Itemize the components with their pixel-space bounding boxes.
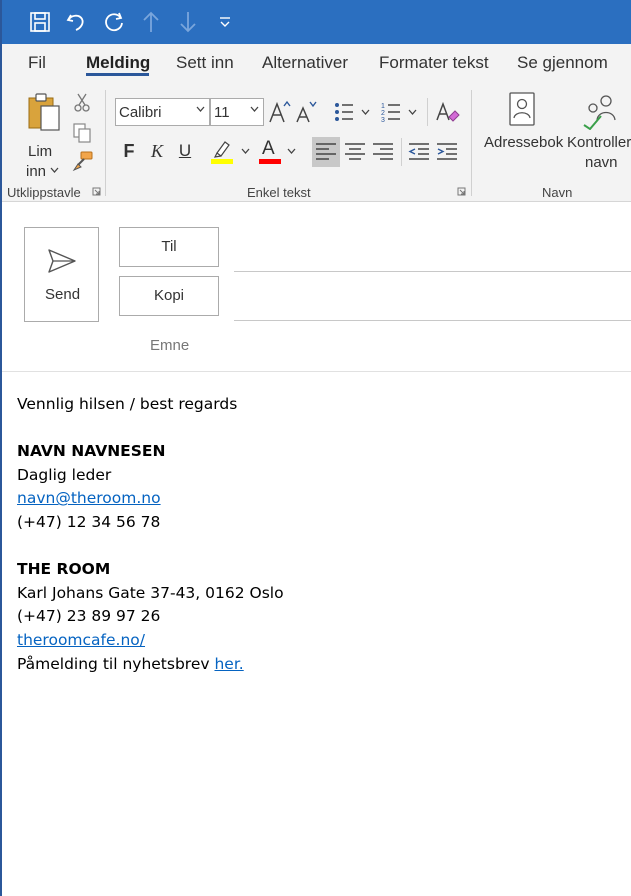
- address-book-icon: [509, 92, 535, 126]
- send-icon: [48, 249, 76, 273]
- format-painter-icon[interactable]: [72, 150, 94, 172]
- highlight-button[interactable]: [208, 138, 252, 166]
- signature-name: NAVN NAVNESEN: [17, 442, 166, 461]
- subject-label: Emne: [150, 337, 190, 354]
- chevron-down-icon: [250, 106, 259, 112]
- newsletter-link[interactable]: her.: [214, 655, 243, 673]
- svg-text:2: 2: [381, 110, 385, 117]
- check-names-label-2: navn: [585, 154, 618, 171]
- bold-button[interactable]: F: [117, 139, 141, 163]
- align-right-icon[interactable]: [371, 140, 395, 164]
- customize-icon[interactable]: [210, 7, 240, 37]
- font-name-value: Calibri: [119, 104, 162, 121]
- address-book-label: Adressebok: [484, 134, 564, 151]
- copy-icon[interactable]: [72, 122, 92, 143]
- cc-button[interactable]: Kopi: [119, 276, 219, 316]
- tab-se-gjennom[interactable]: Se gjennom: [517, 53, 608, 73]
- ribbon-tabs: Fil Melding Sett inn Alternativer Format…: [2, 44, 631, 84]
- chevron-down-icon: [50, 167, 59, 173]
- separator: [427, 98, 428, 126]
- font-color-button[interactable]: A: [256, 138, 300, 166]
- check-names-label: Kontroller: [567, 134, 631, 151]
- company-website-link[interactable]: theroomcafe.no/: [17, 631, 145, 649]
- newsletter-line: Påmelding til nyhetsbrev her.: [17, 653, 284, 677]
- paste-icon: [28, 93, 60, 131]
- outlook-compose-window: Fil Melding Sett inn Alternativer Format…: [0, 0, 631, 896]
- subject-field[interactable]: [234, 330, 631, 360]
- header-divider: [2, 371, 631, 372]
- align-center-icon[interactable]: [343, 140, 367, 164]
- paste-button[interactable]: Lim inn: [24, 92, 64, 180]
- check-names-icon: [583, 95, 616, 130]
- undo-icon[interactable]: [62, 7, 92, 37]
- font-color-icon: [259, 148, 296, 164]
- save-icon[interactable]: [25, 7, 55, 37]
- company-name: THE ROOM: [17, 560, 111, 579]
- font-size-select[interactable]: 11: [210, 98, 264, 126]
- svg-text:1: 1: [381, 103, 385, 110]
- company-phone: (+47) 23 89 97 26: [17, 607, 161, 626]
- tab-sett-inn[interactable]: Sett inn: [176, 53, 234, 73]
- check-names-button[interactable]: Kontroller navn: [567, 90, 631, 180]
- dialog-launcher-icon[interactable]: [457, 187, 466, 196]
- to-button[interactable]: Til: [119, 227, 219, 267]
- down-arrow-icon[interactable]: [173, 7, 203, 37]
- greeting-line: Vennlig hilsen / best regards: [17, 395, 238, 413]
- clear-formatting-icon[interactable]: [435, 98, 461, 126]
- bullet-list-icon: [335, 103, 370, 121]
- font-name-select[interactable]: Calibri: [115, 98, 210, 126]
- tab-formater-tekst[interactable]: Formater tekst: [379, 53, 489, 73]
- shrink-font-icon[interactable]: [295, 98, 319, 126]
- separator: [401, 138, 402, 166]
- active-tab-indicator: [86, 73, 149, 76]
- signature-email-link[interactable]: navn@theroom.no: [17, 489, 161, 507]
- tab-melding[interactable]: Melding: [86, 53, 150, 73]
- numbering-button[interactable]: 123: [380, 100, 420, 124]
- increase-indent-icon[interactable]: [435, 140, 459, 164]
- bullets-button[interactable]: [333, 100, 373, 124]
- send-label: Send: [45, 286, 81, 303]
- svg-text:3: 3: [381, 117, 385, 124]
- message-body[interactable]: Vennlig hilsen / best regards NAVN NAVNE…: [17, 393, 284, 676]
- tab-alternativer[interactable]: Alternativer: [262, 53, 348, 73]
- up-arrow-icon[interactable]: [136, 7, 166, 37]
- company-address: Karl Johans Gate 37-43, 0162 Oslo: [17, 583, 284, 602]
- align-left-icon[interactable]: [314, 140, 338, 164]
- newsletter-text: Påmelding til nyhetsbrev: [17, 654, 215, 673]
- highlighter-icon: [211, 141, 250, 164]
- tab-fil[interactable]: Fil: [28, 53, 46, 73]
- send-button[interactable]: Send: [24, 227, 99, 322]
- dialog-launcher-icon[interactable]: [92, 187, 101, 196]
- decrease-indent-icon[interactable]: [407, 140, 431, 164]
- clipboard-group-label: Utklippstavle: [7, 185, 81, 200]
- font-size-value: 11: [214, 104, 230, 121]
- group-separator: [105, 90, 106, 196]
- numbered-list-icon: 123: [381, 103, 417, 124]
- cut-icon[interactable]: [72, 92, 92, 112]
- to-field[interactable]: [234, 271, 631, 272]
- signature-phone: (+47) 12 34 56 78: [17, 512, 161, 531]
- italic-button[interactable]: K: [145, 139, 169, 163]
- grow-font-icon[interactable]: [268, 98, 292, 126]
- chevron-down-icon: [196, 106, 205, 112]
- address-book-button[interactable]: Adressebok: [482, 90, 566, 156]
- redo-icon[interactable]: [99, 7, 129, 37]
- ribbon: Lim inn Utklippstavle Calibri 11 1 2 3 F…: [2, 84, 631, 202]
- paste-label-2: inn: [26, 163, 47, 180]
- names-group-label: Navn: [542, 185, 573, 200]
- group-separator: [471, 90, 472, 196]
- basic-text-group-label: Enkel tekst: [247, 185, 311, 200]
- paste-label: Lim: [28, 143, 53, 160]
- cc-field[interactable]: [234, 320, 631, 321]
- underline-button[interactable]: U: [173, 139, 197, 163]
- signature-role: Daglig leder: [17, 465, 112, 484]
- title-bar: [2, 0, 631, 44]
